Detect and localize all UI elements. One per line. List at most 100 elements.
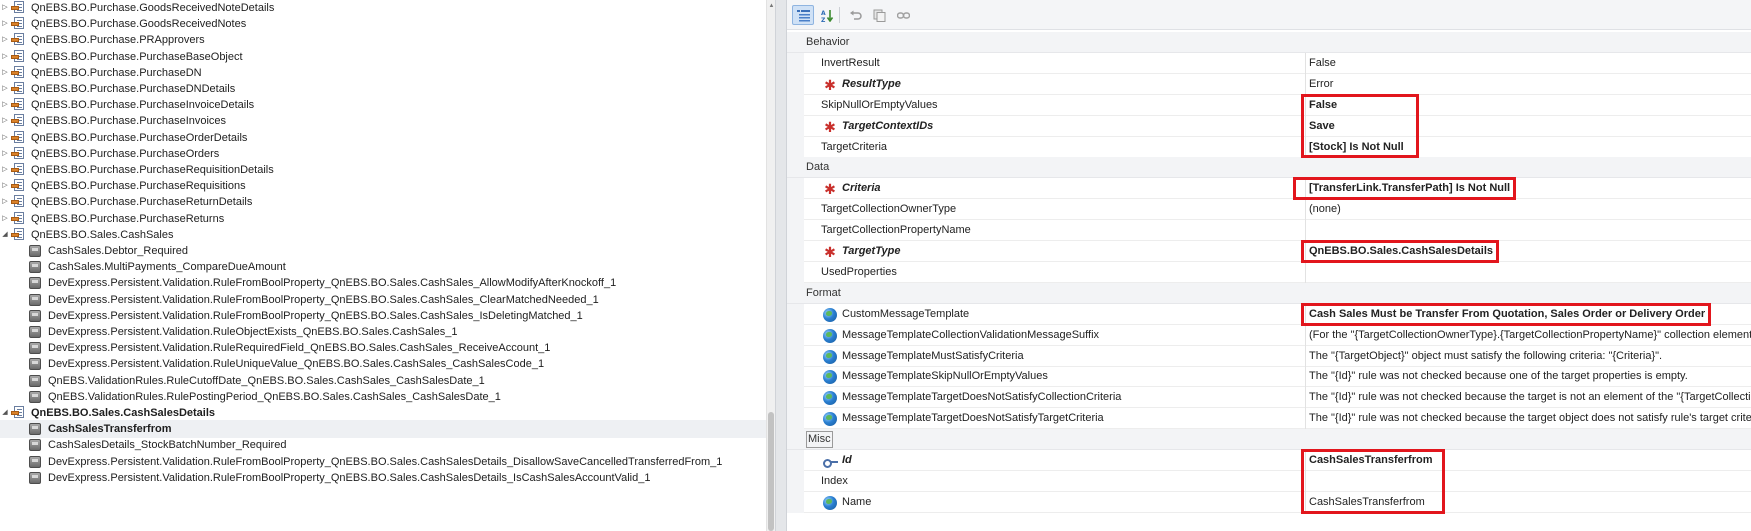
tree-scrollbar[interactable]: ▲ bbox=[766, 0, 775, 531]
business-class-icon bbox=[11, 1, 25, 15]
categorized-view-button[interactable] bbox=[792, 5, 814, 25]
column-divider bbox=[1305, 408, 1306, 430]
property-value[interactable]: False bbox=[1309, 95, 1337, 116]
property-value[interactable]: The "{TargetObject}" object must satisfy… bbox=[1309, 346, 1662, 367]
alphabetical-sort-button[interactable]: AZ bbox=[816, 5, 838, 25]
column-divider bbox=[1305, 470, 1306, 492]
property-value[interactable]: (For the "{TargetCollectionOwnerType}.{T… bbox=[1309, 325, 1751, 346]
property-value[interactable]: (none) bbox=[1309, 199, 1341, 220]
property-value[interactable]: CashSalesTransferfrom bbox=[1309, 492, 1425, 513]
property-row-targetcollectionpropertyname[interactable]: TargetCollectionPropertyName bbox=[787, 220, 1751, 242]
property-row-usedproperties[interactable]: UsedProperties bbox=[787, 261, 1751, 283]
svg-text:Z: Z bbox=[821, 17, 826, 22]
property-name: TargetContextIDs bbox=[842, 119, 934, 132]
toolbar-separator bbox=[839, 7, 840, 23]
property-value[interactable]: [Stock] Is Not Null bbox=[1309, 137, 1404, 158]
row-gutter bbox=[787, 94, 804, 116]
business-class-icon bbox=[11, 195, 25, 209]
property-name: UsedProperties bbox=[821, 265, 897, 278]
category-misc[interactable]: Misc bbox=[787, 429, 1751, 451]
property-row-skipnulloremptyvalues[interactable]: SkipNullOrEmptyValues False bbox=[787, 94, 1751, 116]
property-row-targetcriteria[interactable]: TargetCriteria [Stock] Is Not Null bbox=[787, 136, 1751, 158]
business-class-icon bbox=[11, 33, 25, 47]
property-row-criteria[interactable]: ✱ Criteria [TransferLink.TransferPath] Is … bbox=[787, 178, 1751, 200]
column-divider bbox=[1305, 261, 1306, 283]
category-data[interactable]: Data bbox=[787, 157, 1751, 179]
property-name: InvertResult bbox=[821, 56, 880, 69]
pane-splitter[interactable] bbox=[775, 0, 787, 531]
validation-rule-icon bbox=[28, 309, 42, 323]
localizable-globe-icon bbox=[823, 495, 837, 510]
link-icon bbox=[896, 9, 911, 22]
property-value[interactable]: The "{Id}" rule was not checked because … bbox=[1309, 408, 1751, 429]
property-row-messagetemplatetargetdoesnotsatisfytargetcriteria[interactable]: MessageTemplateTargetDoesNotSatisfyTarge… bbox=[787, 408, 1751, 430]
copy-button[interactable] bbox=[868, 5, 890, 25]
row-gutter bbox=[787, 136, 804, 158]
property-row-index[interactable]: Index bbox=[787, 470, 1751, 492]
tree-rule-node[interactable]: DevExpress.Persistent.Validation.RuleFro… bbox=[0, 469, 766, 487]
property-row-targettype[interactable]: ✱ TargetType QnEBS.BO.Sales.CashSalesDetai… bbox=[787, 241, 1751, 262]
localizable-globe-icon bbox=[823, 391, 837, 406]
property-row-targetcontextids[interactable]: ✱ TargetContextIDs Save bbox=[787, 115, 1751, 137]
property-row-name[interactable]: Name CashSalesTransferfrom bbox=[787, 491, 1751, 513]
property-value[interactable]: Error bbox=[1309, 74, 1333, 95]
svg-text:A: A bbox=[821, 10, 826, 17]
row-gutter bbox=[787, 345, 804, 367]
category-behavior[interactable]: Behavior bbox=[787, 32, 1751, 53]
validation-rule-icon bbox=[28, 455, 42, 469]
property-row-messagetemplatecollectionvalidationmessagesuffix[interactable]: MessageTemplateCollectionValidationMessa… bbox=[787, 324, 1751, 346]
property-row-targetcollectionownertype[interactable]: TargetCollectionOwnerType (none) bbox=[787, 199, 1751, 221]
property-value[interactable]: CashSalesTransferfrom bbox=[1309, 450, 1433, 471]
undo-icon bbox=[849, 9, 862, 22]
row-gutter bbox=[787, 115, 804, 137]
business-class-icon bbox=[11, 17, 25, 31]
property-value[interactable]: The "{Id}" rule was not checked because … bbox=[1309, 366, 1688, 387]
category-label: Data bbox=[806, 161, 830, 174]
property-value[interactable]: The "{Id}" rule was not checked because … bbox=[1309, 387, 1751, 408]
row-gutter bbox=[787, 241, 804, 262]
tree-scroll-thumb[interactable] bbox=[768, 412, 774, 531]
property-value[interactable]: Cash Sales Must be Transfer From Quotati… bbox=[1309, 304, 1705, 325]
validation-rule-icon bbox=[28, 293, 42, 307]
business-class-icon bbox=[11, 114, 25, 128]
required-asterisk-icon: ✱ bbox=[824, 118, 836, 135]
validation-rule-icon bbox=[28, 341, 42, 355]
property-row-messagetemplatetargetdoesnotsatisfycollectioncriteria[interactable]: MessageTemplateTargetDoesNotSatisfyColle… bbox=[787, 387, 1751, 409]
property-row-messagetemplateskipnulloremptyvalues[interactable]: MessageTemplateSkipNullOrEmptyValues The … bbox=[787, 366, 1751, 388]
undo-button[interactable] bbox=[844, 5, 866, 25]
property-name: TargetType bbox=[842, 245, 901, 257]
category-format[interactable]: Format bbox=[787, 282, 1751, 304]
property-row-resulttype[interactable]: ✱ ResultType Error bbox=[787, 73, 1751, 95]
column-divider bbox=[1305, 73, 1306, 95]
property-value[interactable]: QnEBS.BO.Sales.CashSalesDetails bbox=[1309, 241, 1493, 262]
column-divider bbox=[1305, 324, 1306, 346]
category-label: Format bbox=[806, 286, 841, 299]
row-gutter bbox=[787, 491, 804, 513]
property-name: SkipNullOrEmptyValues bbox=[821, 98, 938, 111]
business-class-icon bbox=[11, 163, 25, 177]
property-name: Name bbox=[842, 495, 872, 508]
column-divider bbox=[1305, 199, 1306, 221]
property-value[interactable]: False bbox=[1309, 53, 1336, 74]
business-class-icon bbox=[11, 211, 25, 226]
row-gutter bbox=[787, 52, 804, 74]
column-divider bbox=[1305, 94, 1306, 116]
validation-rule-icon bbox=[28, 276, 42, 290]
property-row-id[interactable]: Id CashSalesTransferfrom bbox=[787, 450, 1751, 471]
property-value[interactable]: [TransferLink.TransferPath] Is Not Null bbox=[1309, 178, 1510, 199]
business-class-icon bbox=[11, 146, 25, 161]
categorized-icon bbox=[797, 9, 810, 22]
property-value[interactable]: Save bbox=[1309, 116, 1335, 137]
validation-rules-tree[interactable]: ▷ QnEBS.BO.Purchase.GoodsReceivedNoteDeta… bbox=[0, 0, 766, 531]
validation-rule-icon bbox=[28, 374, 42, 388]
property-name: Index bbox=[821, 474, 848, 487]
row-gutter bbox=[787, 450, 804, 471]
validation-rule-icon bbox=[28, 325, 42, 339]
link-button[interactable] bbox=[892, 5, 914, 25]
property-row-custommessagetemplate[interactable]: CustomMessageTemplate Cash Sales Must be … bbox=[787, 303, 1751, 325]
property-row-messagetemplatemustsatisfycriteria[interactable]: MessageTemplateMustSatisfyCriteria The "{… bbox=[787, 345, 1751, 367]
row-gutter bbox=[787, 387, 804, 409]
column-divider bbox=[1305, 136, 1306, 158]
property-row-invertresult[interactable]: InvertResult False bbox=[787, 52, 1751, 74]
column-divider bbox=[1305, 303, 1306, 325]
